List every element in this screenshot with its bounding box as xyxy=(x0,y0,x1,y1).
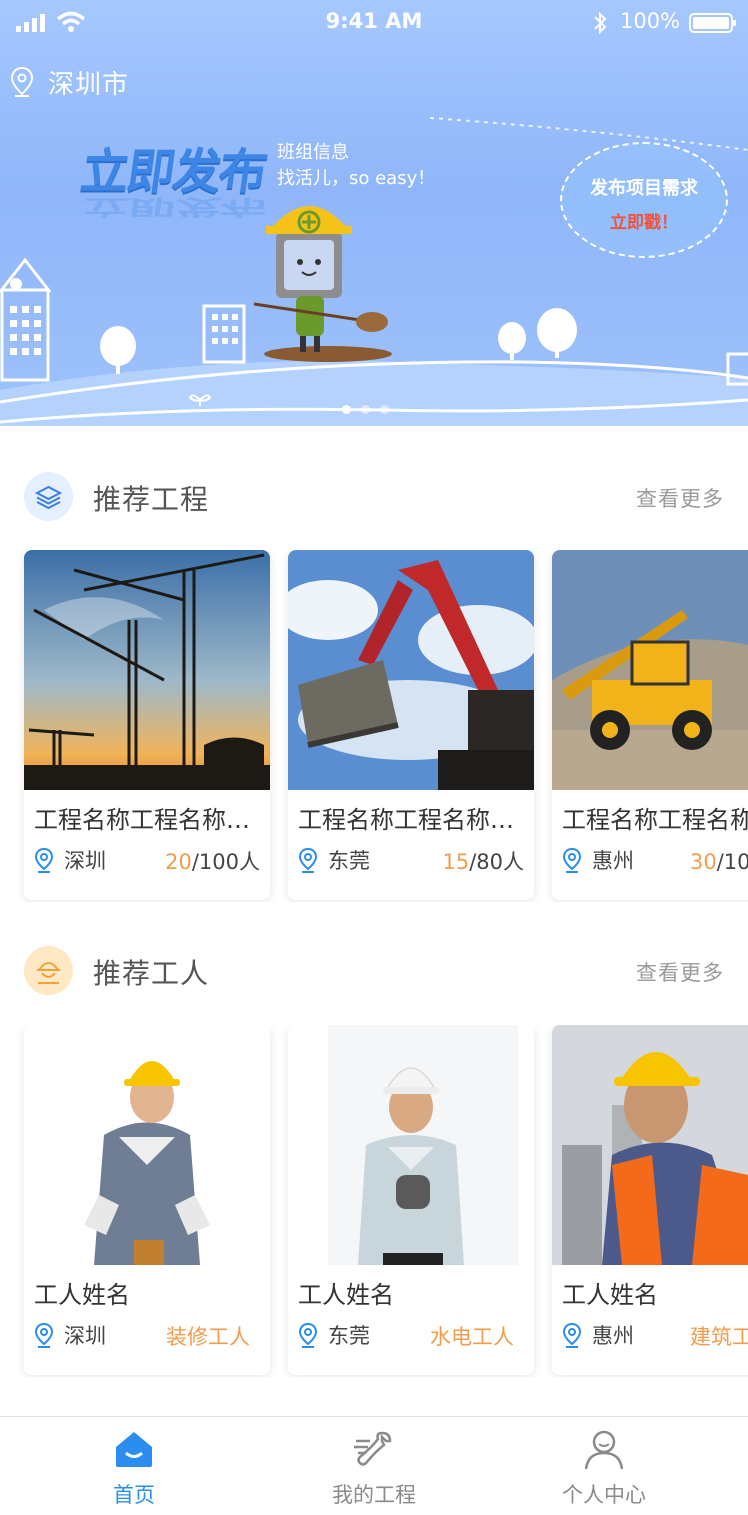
worker-photo xyxy=(288,1025,534,1265)
worker-city: 深圳 xyxy=(64,1324,106,1348)
bottom-tab-bar: 首页 我的工程 个人中心 xyxy=(0,1416,748,1515)
project-location: 深圳 xyxy=(34,846,106,874)
workers-section-header: 推荐工人 查看更多 xyxy=(0,944,748,996)
project-filled-count: 15 xyxy=(442,850,470,874)
home-icon xyxy=(116,1432,152,1467)
project-photo-loader xyxy=(552,550,748,790)
worker-trade: 装修工人 xyxy=(166,1325,250,1349)
project-name: 工程名称工程名称工程名称 xyxy=(298,806,528,834)
project-photo-cranes xyxy=(24,550,270,790)
location-pin-icon xyxy=(10,66,34,97)
tab-my-projects[interactable]: 我的工程 xyxy=(274,1417,474,1515)
worker-location: 深圳 xyxy=(34,1321,106,1349)
project-total-count: /80人 xyxy=(469,850,524,874)
worker-city: 惠州 xyxy=(592,1324,634,1348)
carousel-dot[interactable] xyxy=(380,405,389,414)
worker-card[interactable]: 工人姓名 惠州 建筑工人 xyxy=(552,1025,748,1375)
project-headcount: 20/100人 xyxy=(165,846,260,876)
user-icon xyxy=(584,1430,624,1470)
workers-see-more-link[interactable]: 查看更多 xyxy=(636,957,724,987)
worker-helmet-icon xyxy=(24,946,73,995)
projects-section-header: 推荐工程 查看更多 xyxy=(0,470,748,522)
worker-location: 惠州 xyxy=(562,1321,634,1349)
banner-subtitle-1: 班组信息 xyxy=(277,142,349,163)
location-pin-icon xyxy=(562,1322,582,1348)
project-headcount: 15/80人 xyxy=(442,846,524,876)
worker-trade: 水电工人 xyxy=(430,1325,514,1349)
location-pin-icon xyxy=(298,1322,318,1348)
tab-profile-label: 个人中心 xyxy=(562,1483,646,1507)
project-name: 工程名称工程名称工程名称 xyxy=(34,806,264,834)
workers-section-title: 推荐工人 xyxy=(93,957,210,990)
project-name: 工程名称工程名称工程名称 xyxy=(562,806,748,834)
publish-demand-bubble[interactable]: 发布项目需求 立即戳！ xyxy=(560,142,728,258)
project-card[interactable]: 工程名称工程名称工程名称 深圳 20/100人 xyxy=(24,550,270,900)
location-pin-icon xyxy=(34,847,54,873)
battery-percentage: 100% xyxy=(620,9,681,33)
bubble-line-1: 发布项目需求 xyxy=(590,178,698,199)
worker-photo xyxy=(552,1025,748,1265)
carousel-dot[interactable] xyxy=(361,405,370,414)
project-location: 东莞 xyxy=(298,846,370,874)
project-city: 深圳 xyxy=(64,849,106,873)
project-card[interactable]: 工程名称工程名称工程名称 东莞 15/80人 xyxy=(288,550,534,900)
layers-icon xyxy=(24,472,73,521)
project-city: 东莞 xyxy=(328,849,370,873)
worker-photo xyxy=(24,1025,270,1265)
current-city: 深圳市 xyxy=(48,69,130,100)
banner-subtitle-2: 找活儿，so easy！ xyxy=(277,168,436,189)
project-location: 惠州 xyxy=(562,846,634,874)
project-card[interactable]: 工程名称工程名称工程名称 惠州 30/100人 xyxy=(552,550,748,900)
worker-name: 工人姓名 xyxy=(562,1281,658,1309)
carousel-dot-active[interactable] xyxy=(342,405,351,414)
tab-home-label: 首页 xyxy=(113,1483,155,1507)
wrench-icon xyxy=(354,1431,392,1466)
worker-trade: 建筑工人 xyxy=(690,1325,748,1349)
projects-section-title: 推荐工程 xyxy=(93,483,210,516)
projects-carousel[interactable]: 工程名称工程名称工程名称 深圳 20/100人 xyxy=(0,550,748,902)
worker-name: 工人姓名 xyxy=(34,1281,130,1309)
project-photo-excavator xyxy=(288,550,534,790)
banner-title: 立即发布 xyxy=(77,144,270,200)
location-selector[interactable]: 深圳市 xyxy=(10,64,129,100)
tab-profile[interactable]: 个人中心 xyxy=(504,1417,704,1515)
project-city: 惠州 xyxy=(592,849,634,873)
projects-see-more-link[interactable]: 查看更多 xyxy=(636,483,724,513)
project-filled-count: 30 xyxy=(690,850,717,874)
worker-location: 东莞 xyxy=(298,1321,370,1349)
battery-icon xyxy=(689,13,736,33)
location-pin-icon xyxy=(34,1322,54,1348)
worker-card[interactable]: 工人姓名 深圳 装修工人 xyxy=(24,1025,270,1375)
carousel-indicator xyxy=(342,405,389,414)
project-total-count: /100人 xyxy=(191,850,260,874)
worker-city: 东莞 xyxy=(328,1324,370,1348)
location-pin-icon xyxy=(298,847,318,873)
workers-carousel[interactable]: 工人姓名 深圳 装修工人 工人姓名 东莞 水电工人 工人姓名 惠州 建筑工 xyxy=(0,1025,748,1377)
status-bar: 9:41 AM 100% xyxy=(0,0,748,44)
tab-my-projects-label: 我的工程 xyxy=(332,1483,416,1507)
bubble-line-2: 立即戳！ xyxy=(610,213,678,233)
project-total-count: /100人 xyxy=(716,850,748,874)
project-headcount: 30/100人 xyxy=(690,846,748,876)
location-pin-icon xyxy=(562,847,582,873)
hero-banner[interactable]: 9:41 AM 100% 深圳市 立即发布 立即发布 班组信息 找活儿，so e… xyxy=(0,0,748,426)
worker-name: 工人姓名 xyxy=(298,1281,394,1309)
tab-home[interactable]: 首页 xyxy=(34,1417,234,1515)
bluetooth-icon xyxy=(594,11,607,35)
worker-card[interactable]: 工人姓名 东莞 水电工人 xyxy=(288,1025,534,1375)
project-filled-count: 20 xyxy=(165,850,192,874)
